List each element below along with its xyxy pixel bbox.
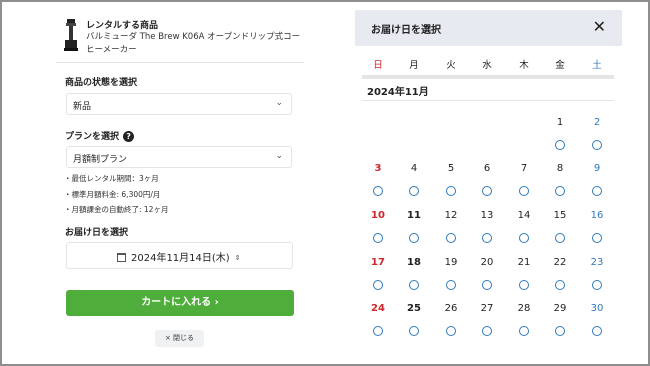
calendar-day[interactable]: 6 (475, 163, 499, 174)
calendar-day[interactable]: 14 (512, 210, 536, 221)
calendar-day[interactable]: 24 (366, 303, 390, 314)
calendar-day[interactable]: 8 (548, 163, 572, 174)
calendar-day[interactable]: 12 (439, 210, 463, 221)
calendar-icon (117, 253, 126, 262)
available-circle-icon[interactable] (555, 186, 565, 196)
calendar-day[interactable]: 20 (475, 257, 499, 268)
product-name: バルミューダ The Brew K06A オープンドリップ式コーヒーメーカー (86, 32, 301, 55)
calendar-day[interactable]: 9 (585, 163, 609, 174)
calendar-day[interactable]: 10 (366, 210, 390, 221)
available-circle-icon[interactable] (373, 186, 383, 196)
product-summary: レンタルする商品 バルミューダ The Brew K06A オープンドリップ式コ… (64, 17, 302, 61)
available-circle-icon[interactable] (373, 233, 383, 243)
calendar-day[interactable]: 30 (585, 303, 609, 314)
calendar-day[interactable]: 2 (585, 117, 609, 128)
available-circle-icon[interactable] (409, 233, 419, 243)
weekday-divider (362, 75, 614, 79)
available-circle-icon[interactable] (555, 280, 565, 290)
available-circle-icon[interactable] (519, 186, 529, 196)
calendar-day[interactable]: 5 (439, 163, 463, 174)
delivery-date-value: 2024年11月14日(木) (131, 253, 230, 264)
calendar-day[interactable]: 15 (548, 210, 572, 221)
calendar-day[interactable]: 4 (402, 163, 426, 174)
available-circle-icon[interactable] (592, 186, 602, 196)
chevron-down-icon: ⌄ (275, 98, 283, 108)
calendar-day[interactable]: 29 (548, 303, 572, 314)
weekday-header: 月 (409, 60, 419, 71)
available-circle-icon[interactable] (592, 280, 602, 290)
available-circle-icon[interactable] (482, 326, 492, 336)
calendar-day[interactable]: 1 (548, 117, 572, 128)
weekday-header: 木 (519, 60, 529, 71)
available-circle-icon[interactable] (555, 326, 565, 336)
calendar-day[interactable]: 26 (439, 303, 463, 314)
available-circle-icon[interactable] (482, 280, 492, 290)
calendar-day[interactable]: 22 (548, 257, 572, 268)
close-icon[interactable]: ✕ (593, 17, 606, 36)
available-circle-icon[interactable] (409, 186, 419, 196)
month-label: 2024年11月 (367, 87, 429, 98)
plan-detail-auto-end: ・月額課金の自動終了: 12ヶ月 (64, 205, 169, 214)
available-circle-icon[interactable] (446, 280, 456, 290)
weekday-header: 水 (482, 60, 492, 71)
calendar-day[interactable]: 25 (402, 303, 426, 314)
calendar-day[interactable]: 11 (402, 210, 426, 221)
plan-detail-monthly-fee: ・標準月額料金: 6,300円/月 (64, 189, 161, 199)
plan-value: 月額制プラン (73, 155, 128, 165)
available-circle-icon[interactable] (482, 186, 492, 196)
calendar-day[interactable]: 18 (402, 257, 426, 268)
plan-detail-min-period: ・最低レンタル期間：3ヶ月 (64, 174, 159, 183)
weekday-header: 火 (446, 60, 456, 71)
coffee-maker-image (64, 19, 78, 51)
calendar-day[interactable]: 3 (366, 163, 390, 174)
condition-select[interactable]: 新品 ⌄ (66, 93, 292, 115)
delivery-label: お届け日を選択 (65, 228, 129, 238)
available-circle-icon[interactable] (482, 233, 492, 243)
sort-arrows-icon: ⇕ (234, 254, 241, 262)
delivery-date-picker[interactable]: 2024年11月14日(木) ⇕ (66, 242, 293, 269)
available-circle-icon[interactable] (373, 326, 383, 336)
calendar-day[interactable]: 13 (475, 210, 499, 221)
available-circle-icon[interactable] (446, 326, 456, 336)
plan-details: ・最低レンタル期間：3ヶ月 ・標準月額料金: 6,300円/月 ・月額課金の自動… (64, 171, 168, 218)
calendar-day[interactable]: 7 (512, 163, 536, 174)
calendar-day[interactable]: 17 (366, 257, 390, 268)
available-circle-icon[interactable] (592, 140, 602, 150)
condition-value: 新品 (73, 102, 92, 112)
close-button[interactable]: × 閉じる (155, 330, 204, 347)
weekday-header: 金 (555, 60, 565, 71)
available-circle-icon[interactable] (446, 233, 456, 243)
weekday-header: 土 (592, 60, 602, 71)
available-circle-icon[interactable] (446, 186, 456, 196)
available-circle-icon[interactable] (409, 280, 419, 290)
calendar-day[interactable]: 21 (512, 257, 536, 268)
available-circle-icon[interactable] (555, 140, 565, 150)
calendar-day[interactable]: 23 (585, 257, 609, 268)
modal-title: お届け日を選択 (371, 25, 441, 36)
calendar-day[interactable]: 28 (512, 303, 536, 314)
add-to-cart-button[interactable]: カートに入れる › (66, 290, 294, 316)
modal-header: お届け日を選択 ✕ (355, 10, 622, 46)
calendar-day[interactable]: 19 (439, 257, 463, 268)
available-circle-icon[interactable] (373, 280, 383, 290)
chevron-down-icon: ⌄ (275, 151, 283, 161)
available-circle-icon[interactable] (519, 280, 529, 290)
condition-label: 商品の状態を選択 (65, 78, 138, 88)
product-heading: レンタルする商品 (86, 21, 159, 31)
available-circle-icon[interactable] (555, 233, 565, 243)
plan-label-row: プランを選択? (65, 129, 135, 142)
available-circle-icon[interactable] (592, 233, 602, 243)
calendar-day[interactable]: 16 (585, 210, 609, 221)
available-circle-icon[interactable] (519, 326, 529, 336)
available-circle-icon[interactable] (409, 326, 419, 336)
plan-select[interactable]: 月額制プラン ⌄ (66, 146, 292, 168)
available-circle-icon[interactable] (592, 326, 602, 336)
calendar-day[interactable]: 27 (475, 303, 499, 314)
weekday-header: 日 (373, 60, 383, 71)
divider (56, 62, 304, 63)
month-divider (362, 100, 614, 101)
plan-label: プランを選択 (65, 132, 120, 142)
help-icon[interactable]: ? (123, 131, 135, 142)
available-circle-icon[interactable] (519, 233, 529, 243)
